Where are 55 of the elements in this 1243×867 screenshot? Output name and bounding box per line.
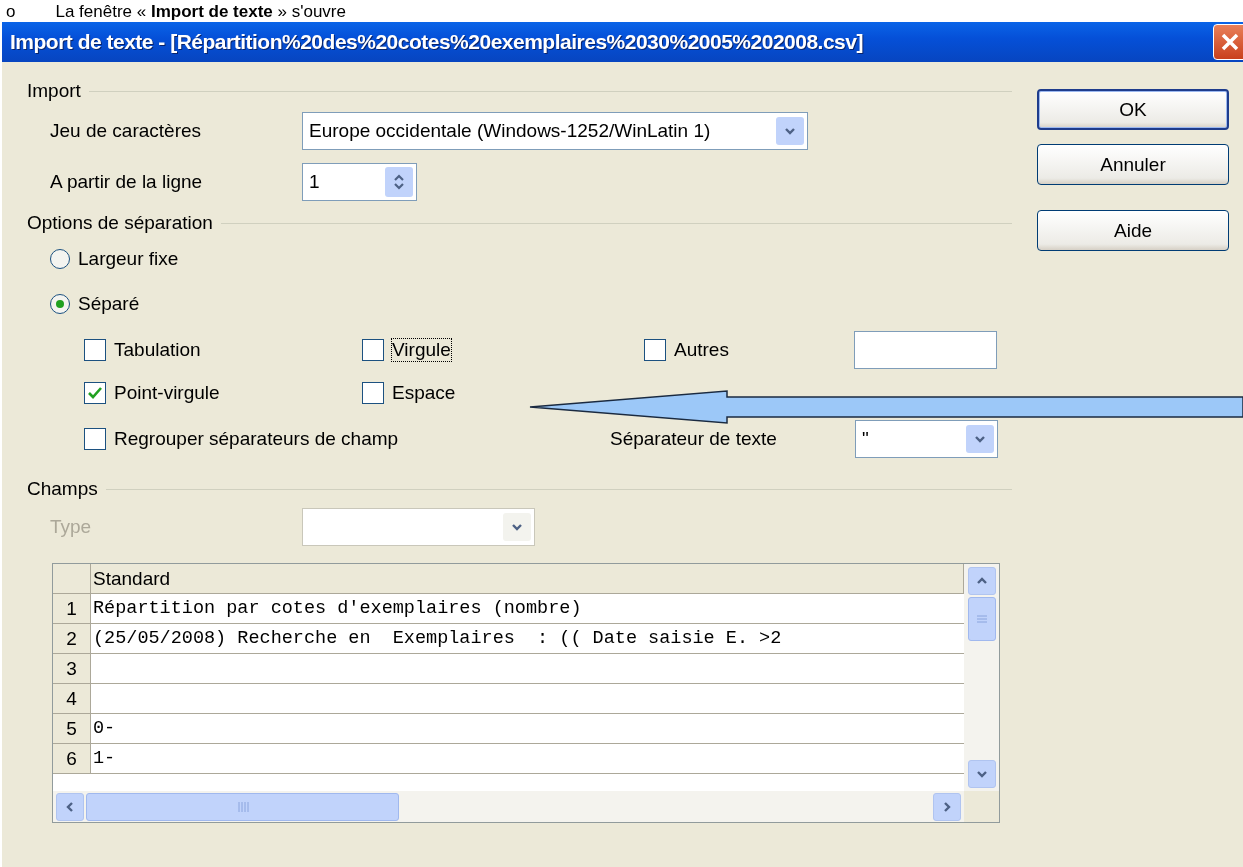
checkbox-option[interactable]: Regrouper séparateurs de champ [84, 428, 610, 450]
radio-option[interactable]: Largeur fixe [50, 248, 179, 270]
window-title: Import de texte - [Répartition%20des%20cotes%20exemplaires%2030%2005%202008.csv] [10, 30, 863, 54]
checkbox-option[interactable]: Autres [644, 338, 854, 361]
text-separator-dropdown[interactable]: " [855, 420, 998, 458]
row-number: 4 [53, 684, 91, 714]
type-dropdown[interactable] [302, 508, 535, 546]
field-label: Type [50, 516, 93, 538]
field-label: Séparateur de texte [610, 428, 778, 450]
checkbox-option[interactable]: Espace [362, 381, 644, 404]
spin-arrows-icon [393, 172, 405, 192]
column-header: Standard [91, 564, 964, 594]
dialog-button[interactable]: OK [1037, 89, 1229, 130]
row-number: 2 [53, 624, 91, 654]
field-label: Jeu de caractères [50, 120, 203, 142]
checkbox-option[interactable]: Tabulation [84, 338, 362, 361]
row-number: 6 [53, 744, 91, 774]
dialog-button[interactable]: Aide [1037, 210, 1229, 251]
group-label: Options de séparation [27, 212, 213, 234]
bullet: o [6, 2, 16, 22]
close-icon [1220, 32, 1240, 52]
radio-option[interactable]: Séparé [50, 293, 140, 315]
checkbox-option[interactable]: Point-virgule [84, 381, 362, 404]
close-button[interactable] [1213, 24, 1243, 60]
chevron-down-icon [974, 433, 986, 445]
chevron-down-icon [975, 768, 988, 780]
chevron-down-icon [784, 125, 796, 137]
line-spinbox[interactable]: 1 [302, 163, 417, 201]
field-label: A partir de la ligne [50, 171, 204, 193]
row-number: 3 [53, 654, 91, 684]
chevron-left-icon [64, 800, 76, 813]
group-label: Import [27, 80, 81, 102]
grip-icon [976, 614, 987, 624]
charset-dropdown[interactable]: Europe occidentale (Windows-1252/WinLatin 1) [302, 112, 808, 150]
corner-header [53, 564, 91, 594]
grip-icon [236, 801, 249, 812]
scroll-thumb[interactable] [967, 597, 996, 641]
scroll-thumb[interactable] [86, 792, 399, 821]
check-icon [88, 386, 102, 399]
checkbox-option[interactable]: Virgule [362, 338, 644, 361]
table-cell: (25/05/2008) Recherche en Exemplaires : (( Date saisie E. >2 [91, 624, 964, 654]
dialog-button[interactable]: Annuler [1037, 144, 1229, 185]
scrollbar-corner [964, 791, 999, 822]
chevron-down-icon [511, 521, 523, 533]
vertical-scrollbar[interactable] [964, 564, 999, 791]
table-cell: 1- [91, 744, 964, 774]
horizontal-scrollbar[interactable] [53, 791, 964, 822]
chevron-right-icon [941, 800, 953, 813]
group-label: Champs [27, 478, 98, 500]
other-separator-field[interactable] [854, 330, 997, 369]
table-cell: Répartition par cotes d'exemplaires (nombre) [91, 594, 964, 624]
table-cell: 0- [91, 714, 964, 744]
caption-text: La fenêtre « Import de texte » s'ouvre [55, 2, 346, 22]
row-number: 1 [53, 594, 91, 624]
row-number: 5 [53, 714, 91, 744]
